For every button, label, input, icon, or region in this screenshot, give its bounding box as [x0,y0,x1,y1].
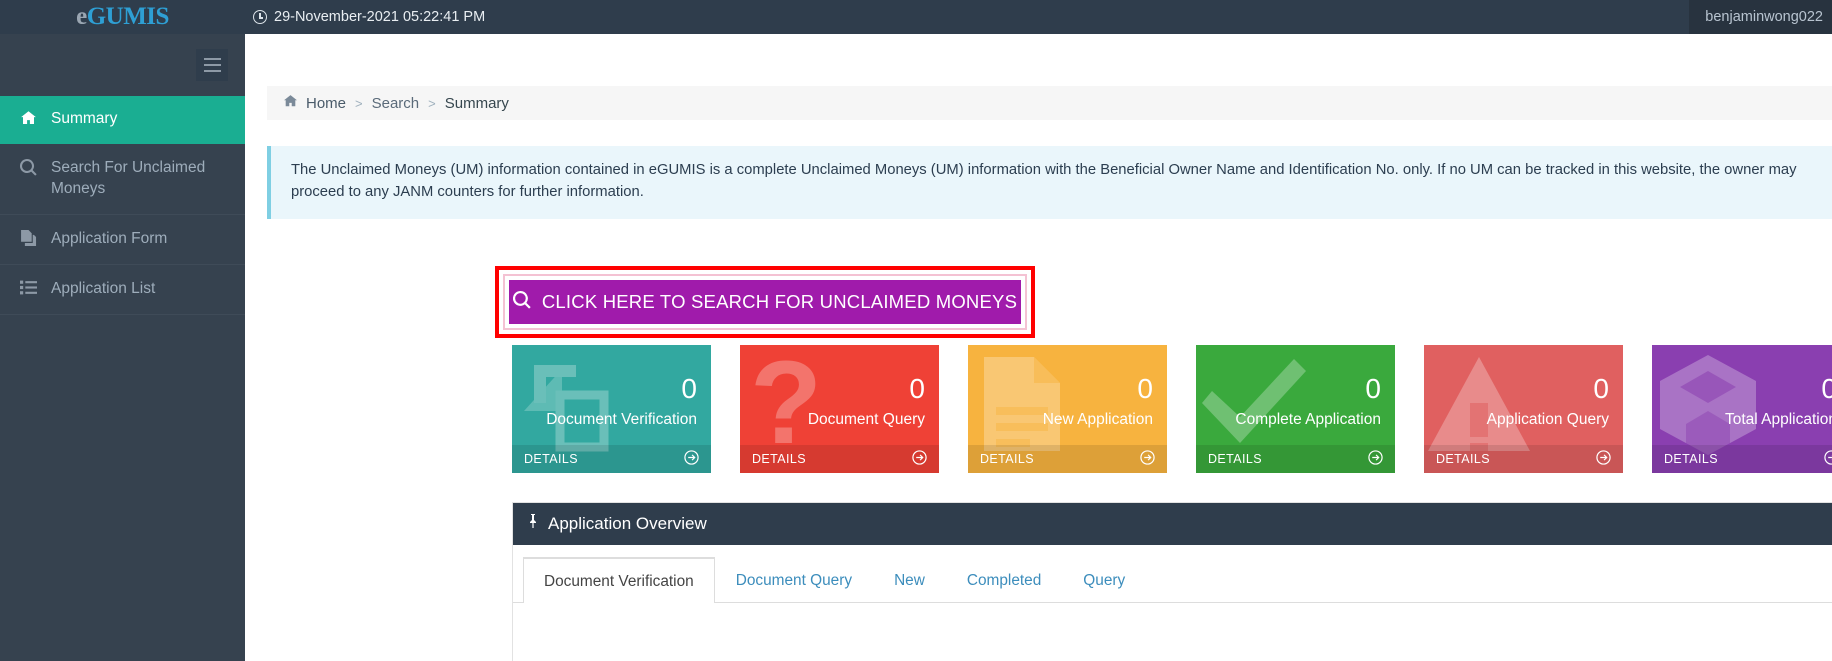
hamburger-icon[interactable] [196,49,228,81]
sidebar-item-label: Application List [51,279,156,297]
circle-arrow-right-icon [684,450,699,468]
application-overview-panel: Application Overview Document Verificati… [512,502,1832,661]
logo-text: eGUMIS [76,3,169,31]
stat-card-details-label: DETAILS [1436,452,1490,466]
page-root: eGUMIS 29-November-2021 05:22:41 PM benj… [0,0,1832,661]
list-icon [18,280,38,295]
sidebar-item-label: Application Form [51,229,168,247]
info-alert: The Unclaimed Moneys (UM) information co… [267,146,1832,219]
home-icon [283,94,298,112]
stat-card-count: 0 [1593,373,1609,404]
search-icon [512,290,531,314]
stat-card-count: 0 [1365,373,1381,404]
datetime-text: 29-November-2021 05:22:41 PM [274,9,486,25]
sidebar-item-application-form[interactable]: Application Form [0,215,245,265]
breadcrumb-home[interactable]: Home [283,94,346,112]
hamburger-bar [203,58,221,60]
svg-text:?: ? [750,351,822,455]
stat-card-details-footer[interactable]: DETAILS [968,445,1167,473]
tab-new[interactable]: New [873,557,946,602]
info-alert-text: The Unclaimed Moneys (UM) information co… [291,162,1797,200]
stat-card-details-footer[interactable]: DETAILS [740,445,939,473]
stat-card-new-application[interactable]: 0 New Application DETAILS [968,345,1167,473]
circle-arrow-right-icon [1140,450,1155,468]
datetime-display: 29-November-2021 05:22:41 PM [253,9,485,25]
username-label: benjaminwong022 [1705,9,1823,25]
stat-card-details-footer[interactable]: DETAILS [1652,445,1832,473]
stat-card-details-footer[interactable]: DETAILS [512,445,711,473]
top-bar: eGUMIS 29-November-2021 05:22:41 PM benj… [0,0,1832,34]
copy-document-icon [18,229,38,247]
app-logo[interactable]: eGUMIS [0,0,245,34]
stat-card-count: 0 [909,373,925,404]
breadcrumb-current: Summary [444,94,509,112]
document-verification-icon [514,351,622,460]
sidebar-item-summary[interactable]: Summary [0,96,264,144]
tab-document-verification[interactable]: Document Verification [523,557,715,603]
stat-card-details-label: DETAILS [1208,452,1262,466]
home-icon [18,110,38,126]
circle-arrow-right-icon [1368,450,1383,468]
breadcrumb-search[interactable]: Search [372,95,420,112]
stat-card-label: Document Verification [546,411,697,428]
stat-card-details-footer[interactable]: DETAILS [1424,445,1623,473]
circle-arrow-right-icon [1596,450,1611,468]
panel-header: Application Overview [513,503,1832,545]
logo-rest: GUMIS [86,3,170,30]
stat-card-details-label: DETAILS [980,452,1034,466]
chevron-right-icon: > [355,95,363,111]
chevron-right-icon: > [428,95,436,111]
stat-card-label: Document Query [807,411,925,428]
stat-card-label: New Application [1042,411,1153,428]
search-icon [18,158,38,176]
search-button-highlight-inner: CLICK HERE TO SEARCH FOR UNCLAIMED MONEY… [503,274,1027,330]
panel-title: Application Overview [548,514,707,533]
tab-completed[interactable]: Completed [946,557,1062,602]
sidebar-item-search-unclaimed-moneys[interactable]: Search For Unclaimed Moneys [0,144,245,215]
sidebar-item-application-list[interactable]: Application List [0,265,245,315]
panel-tabs: Document Verification Document Query New… [513,545,1832,603]
stat-card-label: Application Query [1486,411,1609,428]
circle-arrow-right-icon [1824,450,1832,468]
stat-card-complete-application[interactable]: 0 Complete Application DETAILS [1196,345,1395,473]
stat-card-total-application[interactable]: 0 Total Application DETAILS [1652,345,1832,473]
main-content: Home > Search > Summary The Unclaimed Mo… [245,34,1832,661]
tab-query[interactable]: Query [1062,557,1146,602]
user-menu[interactable]: benjaminwong022 [1689,0,1832,34]
stat-card-details-label: DETAILS [524,452,578,466]
stat-card-count: 0 [681,373,697,404]
stat-card-details-label: DETAILS [1664,452,1718,466]
sidebar: Summary Search For Unclaimed Moneys Appl… [0,34,264,661]
stat-card-label: Complete Application [1235,411,1381,428]
search-button-label: CLICK HERE TO SEARCH FOR UNCLAIMED MONEY… [541,291,1018,312]
circle-arrow-right-icon [912,450,927,468]
stat-card-details-footer[interactable]: DETAILS [1196,445,1395,473]
clock-icon [253,10,267,24]
stat-card-count: 0 [1137,373,1153,404]
tab-document-query[interactable]: Document Query [715,557,873,602]
stat-card-document-verification[interactable]: 0 Document Verification DETAILS [512,345,711,473]
sidebar-item-label: Search For Unclaimed Moneys [51,158,206,197]
logo-prefix: e [76,3,87,30]
hamburger-bar [203,70,221,72]
stat-card-document-query[interactable]: ? 0 Document Query DETAILS [740,345,939,473]
search-button-highlight: CLICK HERE TO SEARCH FOR UNCLAIMED MONEY… [495,266,1035,338]
breadcrumb: Home > Search > Summary [267,86,1832,120]
stat-card-application-query[interactable]: 0 Application Query DETAILS [1424,345,1623,473]
check-mark-icon [1198,351,1310,460]
breadcrumb-home-label: Home [306,94,347,112]
question-mark-icon: ? [742,345,842,469]
stat-card-label: Total Application [1724,411,1832,428]
stat-card-count: 0 [1821,373,1832,404]
pin-icon [527,514,539,534]
search-unclaimed-moneys-button[interactable]: CLICK HERE TO SEARCH FOR UNCLAIMED MONEY… [509,280,1021,324]
sidebar-item-label: Summary [51,110,118,127]
sidebar-toggle-row [0,34,245,96]
stat-card-details-label: DETAILS [752,452,806,466]
stat-card-row: 0 Document Verification DETAILS ? 0 Docu… [512,345,1832,473]
hamburger-bar [203,64,221,66]
